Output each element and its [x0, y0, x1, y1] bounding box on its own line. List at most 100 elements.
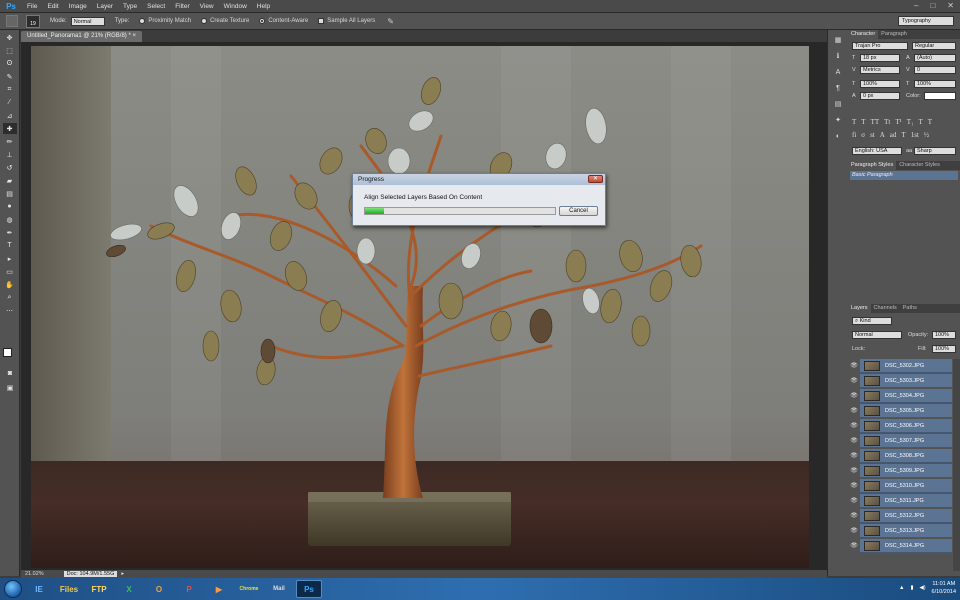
network-icon[interactable]: ▮	[910, 585, 913, 591]
spot-healing-tool-preset-icon[interactable]	[6, 15, 18, 27]
layer-row[interactable]: 👁 DSC_5314.JPG	[848, 538, 952, 553]
history-brush-tool-icon[interactable]: ↺	[3, 162, 17, 173]
marquee-tool-icon[interactable]: ⬚	[3, 45, 17, 56]
ligatures-button[interactable]: fi	[852, 131, 856, 139]
media-player-icon[interactable]: ▶	[206, 580, 232, 598]
tab-paragraph[interactable]: Paragraph	[878, 30, 910, 39]
chrome-icon[interactable]: Chrome	[236, 580, 262, 598]
layer-list-scrollbar[interactable]	[953, 359, 960, 571]
zoom-tool-icon[interactable]: ⌕	[3, 292, 17, 303]
eye-icon[interactable]: 👁	[848, 523, 860, 538]
paragraph-panel-icon[interactable]: ¶	[832, 84, 844, 94]
radio-proximity-match[interactable]	[139, 18, 146, 24]
dodge-tool-icon[interactable]: ◍	[3, 214, 17, 225]
maximize-button[interactable]: □	[930, 1, 935, 10]
eraser-tool-icon[interactable]: ▰	[3, 175, 17, 186]
screen-mode-icon[interactable]: ▣	[3, 382, 17, 393]
radio-create-texture[interactable]	[201, 18, 208, 24]
layer-filter-kind-select[interactable]: ⌕ Kind	[852, 317, 892, 325]
minimize-button[interactable]: –	[914, 1, 918, 10]
eye-icon[interactable]: 👁	[848, 448, 860, 463]
tab-layers[interactable]: Layers	[848, 304, 871, 313]
move-tool-icon[interactable]: ✥	[3, 32, 17, 43]
small-caps-button[interactable]: Tt	[884, 118, 890, 126]
font-family-select[interactable]: Trajan Pro	[852, 42, 908, 50]
volume-icon[interactable]: ◀)	[919, 585, 925, 591]
menu-view[interactable]: View	[195, 3, 219, 10]
dialog-title-bar[interactable]: Progress ✕	[353, 174, 605, 185]
blend-mode-select[interactable]: Normal	[852, 331, 902, 339]
layer-row[interactable]: 👁 DSC_5311.JPG	[848, 493, 952, 508]
eye-icon[interactable]: 👁	[848, 463, 860, 478]
workspace-select[interactable]: Typography	[898, 16, 954, 26]
eye-icon[interactable]: 👁	[848, 388, 860, 403]
pen-tool-icon[interactable]: ✒	[3, 227, 17, 238]
tab-character[interactable]: Character	[848, 30, 879, 39]
contextual-alternates-button[interactable]: σ	[861, 131, 865, 139]
menu-file[interactable]: File	[22, 3, 42, 10]
eye-icon[interactable]: 👁	[848, 508, 860, 523]
fractions-button[interactable]: ½	[924, 131, 929, 139]
language-select[interactable]: English: USA	[852, 147, 902, 155]
eye-icon[interactable]: 👁	[848, 493, 860, 508]
quick-mask-icon[interactable]: ◙	[3, 368, 17, 379]
menu-window[interactable]: Window	[219, 3, 252, 10]
layer-row[interactable]: 👁 DSC_5312.JPG	[848, 508, 952, 523]
eyedropper-tool-icon[interactable]: ⁄	[3, 97, 17, 108]
subscript-button[interactable]: T₁	[907, 118, 914, 126]
pressure-brush-icon[interactable]: ✎	[387, 17, 394, 26]
layer-row[interactable]: 👁 DSC_5313.JPG	[848, 523, 952, 538]
menu-filter[interactable]: Filter	[170, 3, 194, 10]
blur-tool-icon[interactable]: ●	[3, 201, 17, 212]
lasso-tool-icon[interactable]: ʘ	[3, 58, 17, 69]
eye-icon[interactable]: 👁	[848, 403, 860, 418]
eye-icon[interactable]: 👁	[848, 358, 860, 373]
eye-icon[interactable]: 👁	[848, 433, 860, 448]
font-style-select[interactable]: Regular	[912, 42, 956, 50]
dialog-close-button[interactable]: ✕	[588, 175, 603, 183]
discretionary-ligatures-button[interactable]: st	[870, 131, 875, 139]
internet-explorer-icon[interactable]: IE	[26, 580, 52, 598]
menu-select[interactable]: Select	[142, 3, 170, 10]
menu-edit[interactable]: Edit	[42, 3, 63, 10]
outlook-icon[interactable]: O	[146, 580, 172, 598]
styles-panel-icon[interactable]: ▤	[832, 100, 844, 110]
faux-bold-button[interactable]: T	[852, 118, 856, 126]
photo-canvas[interactable]	[31, 46, 809, 568]
powerpoint-icon[interactable]: P	[176, 580, 202, 598]
spot-healing-tool-icon[interactable]: ✚	[2, 123, 17, 134]
horizontal-scale-field[interactable]: 100%	[914, 80, 956, 88]
extra-tools-icon[interactable]: ⋯	[3, 305, 17, 316]
adjustments-panel-icon[interactable]: ◐	[832, 132, 844, 142]
menu-help[interactable]: Help	[252, 3, 275, 10]
eye-icon[interactable]: 👁	[848, 373, 860, 388]
clock[interactable]: 11:01 AM 6/10/2014	[932, 580, 956, 596]
foreground-color-swatch[interactable]	[3, 348, 12, 357]
tray-arrow-icon[interactable]: ▲	[899, 585, 904, 591]
character-panel-icon[interactable]: A	[832, 68, 844, 78]
layer-row[interactable]: 👁 DSC_5303.JPG	[848, 373, 952, 388]
document-size-info[interactable]: Doc: 104.9M/1.55G	[63, 571, 118, 577]
glyphs-panel-icon[interactable]: ✦	[832, 116, 844, 126]
text-color-swatch[interactable]	[924, 92, 956, 100]
photoshop-taskbar-icon[interactable]: Ps	[296, 580, 322, 598]
properties-panel-icon[interactable]: ℹ	[832, 52, 844, 62]
style-item-basic-paragraph[interactable]: Basic Paragraph	[850, 171, 958, 180]
tab-channels[interactable]: Channels	[871, 304, 900, 313]
font-size-field[interactable]: 18 px	[860, 54, 900, 62]
tab-paragraph-styles[interactable]: Paragraph Styles	[848, 161, 897, 170]
path-select-tool-icon[interactable]: ▸	[3, 253, 17, 264]
document-tab[interactable]: Untitled_Panorama1 @ 21% (RGB/8) * ×	[21, 31, 142, 42]
all-caps-button[interactable]: TT	[871, 118, 880, 126]
menu-image[interactable]: Image	[64, 3, 92, 10]
eye-icon[interactable]: 👁	[848, 478, 860, 493]
layer-row[interactable]: 👁 DSC_5305.JPG	[848, 403, 952, 418]
layer-row[interactable]: 👁 DSC_5307.JPG	[848, 433, 952, 448]
excel-icon[interactable]: X	[116, 580, 142, 598]
close-tab-icon[interactable]: ×	[132, 33, 136, 39]
swash-button[interactable]: A	[880, 131, 885, 139]
eye-icon[interactable]: 👁	[848, 538, 860, 553]
kerning-field[interactable]: Metrics	[860, 66, 900, 74]
strikethrough-button[interactable]: T	[928, 118, 932, 126]
ruler-tool-icon[interactable]: ⊿	[3, 110, 17, 121]
